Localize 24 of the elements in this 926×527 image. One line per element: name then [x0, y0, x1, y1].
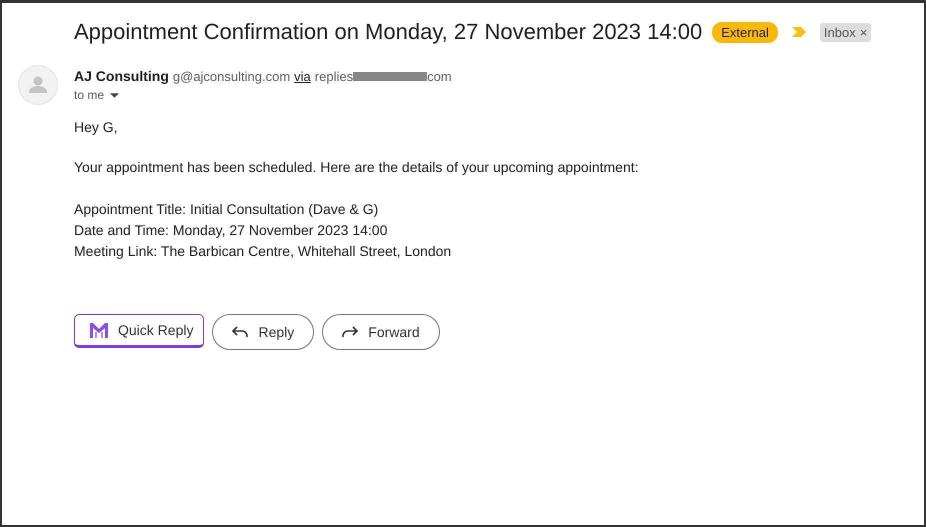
body-line: Meeting Link: The Barbican Centre, Whitehall Street, London: [74, 242, 452, 261]
body-paragraph: Your appointment has been scheduled. Here are the details of your upcoming appointment:: [74, 159, 640, 175]
body-paragraph: Hey G,: [74, 119, 119, 135]
importance-marker-icon[interactable]: [792, 27, 806, 37]
forward-icon: [342, 326, 358, 338]
email-subject: Appointment Confirmation on Monday, 27 November 2023 14:00: [74, 19, 702, 45]
caret-icon: [110, 92, 120, 98]
reply-button[interactable]: Reply: [212, 314, 314, 350]
label-text: Inbox: [824, 24, 856, 40]
external-label: External: [712, 22, 778, 42]
forward-button[interactable]: Forward: [322, 314, 440, 350]
sender-name: AJ Consulting: [74, 68, 169, 84]
relay-address: replies: [314, 69, 354, 84]
app-logo-icon: [90, 322, 108, 338]
quick-reply-button[interactable]: Quick Reply: [74, 314, 204, 348]
body-line: Appointment Title: Initial Consultation (Dave & G): [74, 200, 380, 219]
body-line: Date and Time: Monday, 27 November 2023 14:00: [74, 221, 388, 240]
reply-icon: [232, 326, 248, 338]
remove-label-button[interactable]: ×: [860, 24, 868, 40]
relay-domain: com: [427, 69, 452, 84]
recipient-dropdown[interactable]: to me: [74, 88, 120, 102]
avatar-icon: [18, 65, 58, 105]
via-link[interactable]: via: [294, 69, 311, 84]
sender-email: g@ajconsulting.com: [172, 69, 290, 84]
